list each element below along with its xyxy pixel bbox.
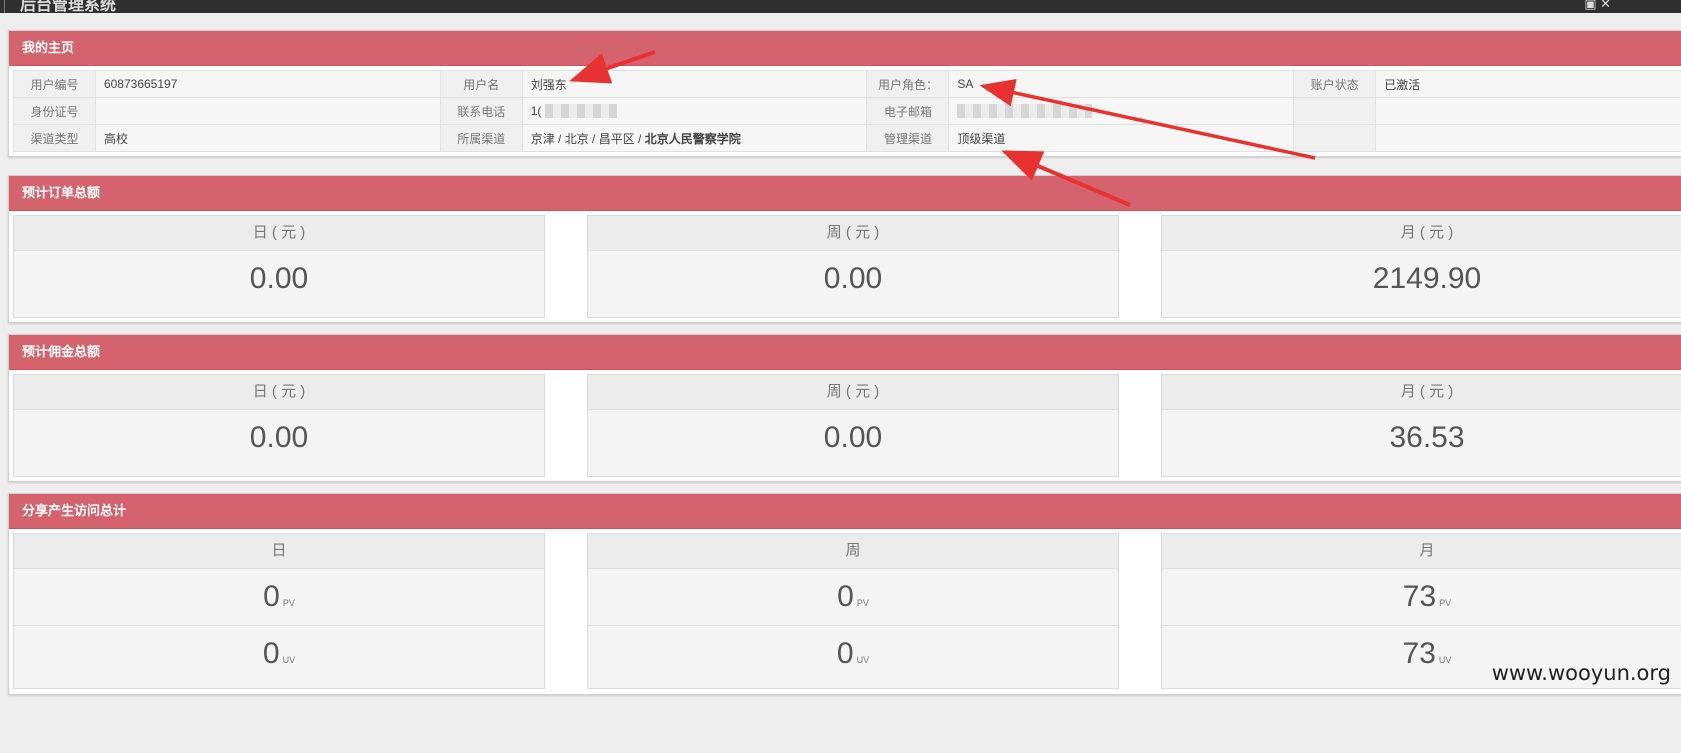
label-empty [1293, 124, 1377, 152]
window-titlebar: 后台管理系统 ▣ ✕ [0, 0, 1681, 13]
value-channel-type: 高校 [94, 124, 441, 152]
label-managed-channel: 管理渠道 [866, 124, 950, 152]
pv-count: 0 [263, 580, 280, 613]
visits-day-card: 日 0 PV 0 UV [13, 533, 545, 689]
visits-panel-title: 分享产生访问总计 [9, 494, 1681, 529]
value-user-role: SA [948, 70, 1295, 98]
pv-unit: PV [856, 598, 869, 608]
value-channel-path: 京津 / 北京 / 昌平区 / [530, 131, 645, 146]
label-email: 电子邮箱 [866, 97, 950, 125]
label-account-status: 账户状态 [1293, 70, 1377, 98]
label-empty [1293, 97, 1377, 125]
label-user-role: 用户角色： [866, 70, 950, 98]
pv-unit: PV [1439, 598, 1452, 608]
pv-count: 0 [837, 580, 854, 613]
value-channel-name: 北京人民警察学院 [644, 131, 741, 146]
value-phone: 1( [530, 103, 542, 118]
value-id-number [94, 97, 441, 125]
value-phone-cell: 1( [521, 97, 868, 125]
table-row: 用户编号 60873665197 用户名 刘强东 用户角色： SA 账户状态 已… [13, 70, 1681, 98]
uv-unit: UV [856, 655, 870, 665]
orders-week-value: 0.00 [823, 262, 883, 295]
profile-info-table: 用户编号 60873665197 用户名 刘强东 用户角色： SA 账户状态 已… [13, 70, 1681, 152]
commission-grid: 日 ( 元 ) 0.00 周 ( 元 ) 0.00 月 ( 元 ) 36.53 [9, 374, 1681, 477]
visits-week-card: 周 0 PV 0 UV [587, 533, 1119, 689]
orders-week-label: 周 ( 元 ) [588, 216, 1118, 251]
commission-day-label: 日 ( 元 ) [14, 375, 544, 410]
orders-panel: 预计订单总额 日 ( 元 ) 0.00 周 ( 元 ) 0.00 月 ( 元 )… [8, 175, 1681, 323]
orders-grid: 日 ( 元 ) 0.00 周 ( 元 ) 0.00 月 ( 元 ) 2149.9… [9, 215, 1681, 318]
visits-month-label: 月 [1162, 534, 1681, 569]
visits-grid: 日 0 PV 0 UV 周 0 PV 0 UV 月 73 PV 73 UV [9, 533, 1681, 690]
label-channel: 所属渠道 [439, 124, 523, 152]
label-username: 用户名 [439, 70, 523, 98]
visits-day-label: 日 [14, 534, 544, 569]
commission-month-card: 月 ( 元 ) 36.53 [1161, 374, 1681, 477]
label-phone: 联系电话 [439, 97, 523, 125]
visits-day-uv: 0 UV [14, 626, 544, 682]
visits-week-pv: 0 PV [588, 569, 1118, 626]
table-row: 渠道类型 高校 所属渠道 京津 / 北京 / 昌平区 / 北京人民警察学院 管理… [13, 124, 1681, 152]
orders-month-value: 2149.90 [1372, 262, 1482, 295]
commission-day-value: 0.00 [249, 421, 309, 454]
uv-count: 73 [1402, 637, 1436, 670]
uv-count: 0 [262, 637, 280, 670]
email-redaction [957, 104, 1093, 119]
value-account-status: 已激活 [1375, 70, 1681, 98]
phone-redaction [544, 104, 617, 119]
value-username: 刘强东 [521, 70, 868, 98]
value-empty [1375, 97, 1681, 125]
app-title: 后台管理系统 [20, 0, 117, 13]
orders-month-label: 月 ( 元 ) [1162, 216, 1681, 251]
table-row: 身份证号 联系电话 1( 电子邮箱 [13, 97, 1681, 125]
label-channel-type: 渠道类型 [13, 124, 96, 152]
visits-week-label: 周 [588, 534, 1118, 569]
orders-day-value: 0.00 [249, 262, 309, 295]
value-managed-channel: 顶级渠道 [948, 124, 1295, 152]
value-user-id: 60873665197 [94, 70, 441, 98]
watermark-text: www.wooyun.org [1491, 661, 1671, 685]
uv-unit: UV [282, 655, 296, 665]
visits-panel: 分享产生访问总计 日 0 PV 0 UV 周 0 PV 0 UV 月 73 PV 73 UV [8, 493, 1681, 695]
label-id-number: 身份证号 [13, 97, 96, 125]
orders-day-card: 日 ( 元 ) 0.00 [13, 215, 545, 318]
commission-panel-title: 预计佣金总额 [9, 335, 1681, 370]
visits-month-pv: 73 PV [1162, 569, 1681, 626]
value-channel-cell: 京津 / 北京 / 昌平区 / 北京人民警察学院 [521, 124, 868, 152]
profile-panel-title: 我的主页 [9, 31, 1681, 66]
visits-week-uv: 0 UV [588, 626, 1118, 682]
commission-panel: 预计佣金总额 日 ( 元 ) 0.00 周 ( 元 ) 0.00 月 ( 元 )… [8, 334, 1681, 482]
value-empty [1375, 124, 1681, 152]
visits-day-pv: 0 PV [14, 569, 544, 626]
value-email-cell [948, 97, 1295, 125]
commission-month-value: 36.53 [1389, 421, 1465, 454]
profile-panel: 我的主页 用户编号 60873665197 用户名 刘强东 用户角色： SA 账… [8, 30, 1681, 157]
commission-day-card: 日 ( 元 ) 0.00 [13, 374, 545, 477]
pv-unit: PV [282, 598, 295, 608]
orders-month-card: 月 ( 元 ) 2149.90 [1161, 215, 1681, 318]
commission-week-value: 0.00 [823, 421, 883, 454]
commission-week-label: 周 ( 元 ) [588, 375, 1118, 410]
label-user-id: 用户编号 [13, 70, 96, 98]
window-control-icons[interactable]: ▣ ✕ [1584, 0, 1611, 12]
commission-month-label: 月 ( 元 ) [1162, 375, 1681, 410]
orders-week-card: 周 ( 元 ) 0.00 [587, 215, 1119, 318]
uv-unit: UV [1438, 655, 1452, 665]
pv-count: 73 [1402, 580, 1437, 613]
titlebar-separator [4, 0, 5, 13]
uv-count: 0 [836, 637, 854, 670]
commission-week-card: 周 ( 元 ) 0.00 [587, 374, 1119, 477]
orders-day-label: 日 ( 元 ) [14, 216, 544, 251]
orders-panel-title: 预计订单总额 [9, 176, 1681, 211]
